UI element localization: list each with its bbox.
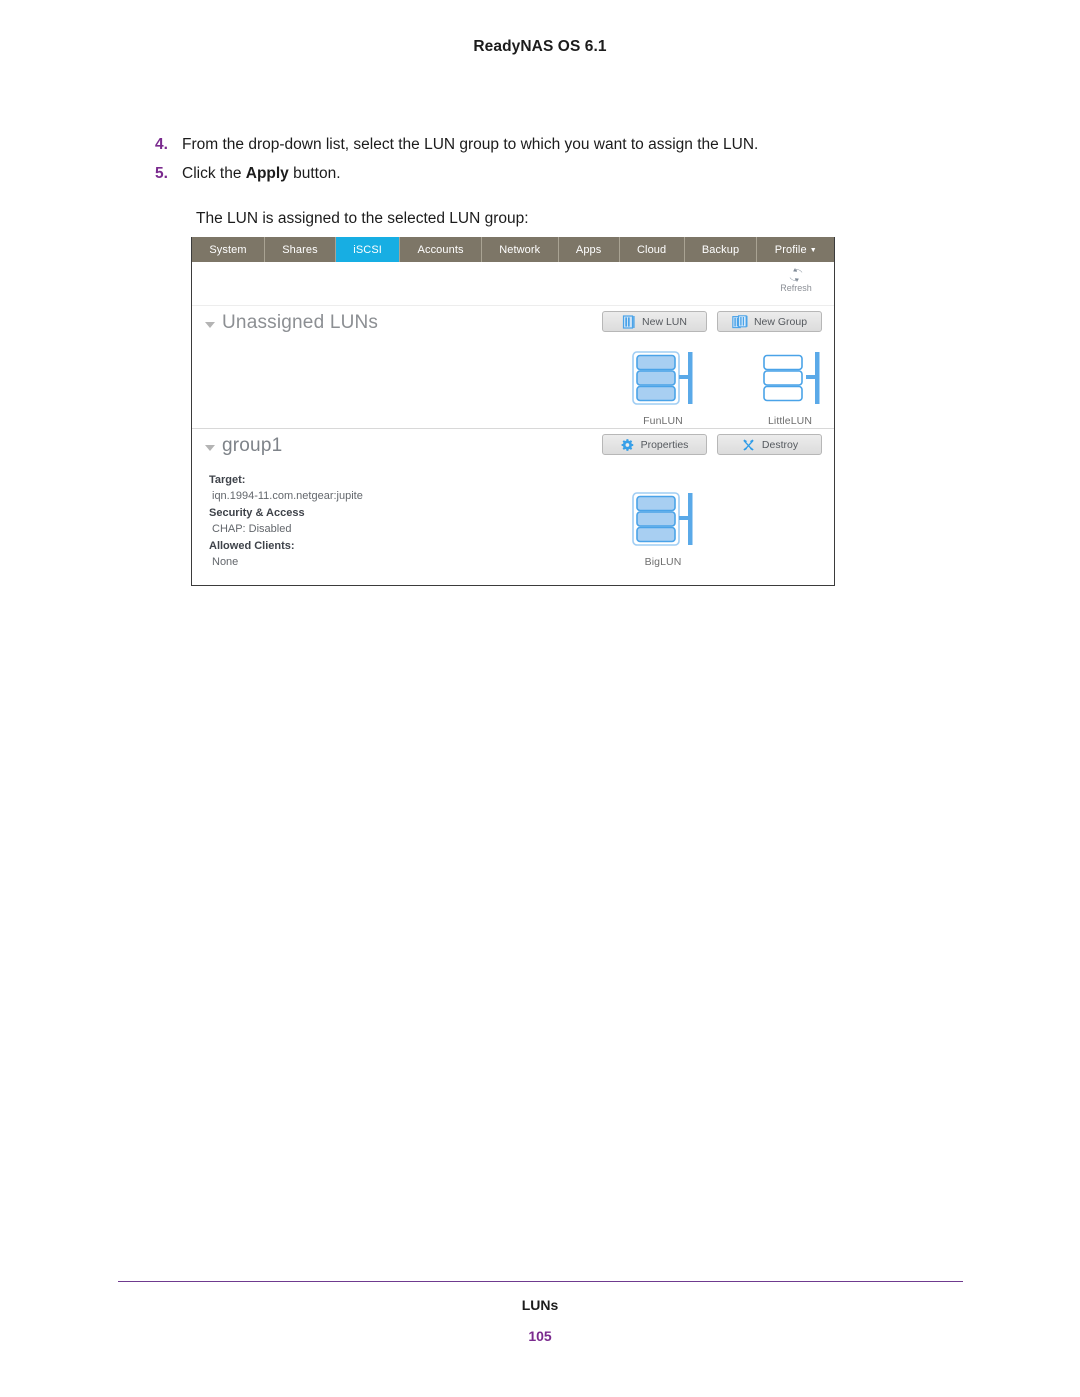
tab-label: Backup <box>701 243 740 256</box>
step-number: 4. <box>155 136 168 153</box>
step-text: Click the Apply button. <box>182 165 341 182</box>
tab-accounts[interactable]: Accounts <box>400 237 482 262</box>
detail-key-target: Target: <box>209 474 246 486</box>
lun-tile-littlelun[interactable]: LittleLUN <box>744 350 836 427</box>
panel-toolbar: Refresh <box>192 262 834 306</box>
section-header: Unassigned LUNs New LUN New Group <box>192 306 834 350</box>
triangle-down-icon[interactable] <box>205 445 215 451</box>
section-actions-group1: Properties Destroy <box>602 434 822 455</box>
gear-icon <box>621 438 633 451</box>
figure-caption: The LUN is assigned to the selected LUN … <box>196 210 529 227</box>
lun-icon <box>632 492 693 546</box>
lun-label: BigLUN <box>644 556 682 568</box>
tab-cloud[interactable]: Cloud <box>620 237 685 262</box>
detail-value-security: CHAP: Disabled <box>212 522 292 535</box>
section-unassigned-luns: Unassigned LUNs New LUN New Group FunLUN… <box>192 306 834 428</box>
unassigned-lun-list: FunLUN LittleLUN <box>192 350 834 428</box>
section-actions-unassigned: New LUN New Group <box>602 311 822 332</box>
group1-details: Target: iqn.1994-11.com.netgear:jupite S… <box>209 473 363 572</box>
tab-system[interactable]: System <box>192 237 265 262</box>
lun-icon <box>759 351 820 405</box>
lun-label: FunLUN <box>643 415 683 427</box>
tab-backup[interactable]: Backup <box>685 237 758 262</box>
tab-network[interactable]: Network <box>482 237 559 262</box>
step-text: From the drop-down list, select the LUN … <box>182 136 759 153</box>
main-tabbar: System Shares iSCSI Accounts Network App… <box>192 237 834 262</box>
section-title-unassigned[interactable]: Unassigned LUNs <box>205 312 378 334</box>
detail-key-allowed-clients: Allowed Clients: <box>209 540 295 552</box>
tab-label: Network <box>499 243 541 256</box>
button-label: New LUN <box>642 315 687 328</box>
button-label: Destroy <box>761 438 799 451</box>
chevron-down-icon: ▼ <box>809 247 817 254</box>
button-label: Properties <box>640 438 689 451</box>
detail-value-target: iqn.1994-11.com.netgear:jupite <box>212 489 363 502</box>
tab-label: Shares <box>282 243 318 256</box>
apply-button-reference: Apply <box>245 165 289 182</box>
tab-apps[interactable]: Apps <box>559 237 620 262</box>
footer-divider <box>118 1281 963 1282</box>
tab-label: Profile <box>774 243 807 256</box>
lun-tile-funlun[interactable]: FunLUN <box>617 350 709 427</box>
section-title-group1[interactable]: group1 <box>205 435 282 457</box>
section-group1: group1 Properties Destroy Target: iqn.19… <box>192 428 834 585</box>
new-group-icon <box>732 314 748 328</box>
page-header: ReadyNAS OS 6.1 <box>473 38 607 55</box>
destroy-button[interactable]: Destroy <box>717 434 822 455</box>
lun-icon <box>632 351 693 405</box>
detail-key-security: Security & Access <box>209 507 305 519</box>
refresh-label: Refresh <box>780 283 812 293</box>
footer-page-number: 105 <box>528 1328 552 1344</box>
triangle-down-icon[interactable] <box>205 322 215 328</box>
refresh-icon <box>789 267 803 283</box>
section-title-label: Unassigned LUNs <box>222 312 379 333</box>
tab-label: Apps <box>575 243 602 256</box>
list-item: 5. Click the Apply button. <box>155 163 945 185</box>
section-header: group1 Properties Destroy <box>192 429 834 473</box>
new-lun-icon <box>622 314 635 329</box>
detail-value-allowed-clients: None <box>212 555 239 568</box>
new-lun-button[interactable]: New LUN <box>602 311 707 332</box>
tab-label: System <box>209 243 247 256</box>
button-label: New Group <box>753 315 808 328</box>
properties-button[interactable]: Properties <box>602 434 707 455</box>
refresh-button[interactable]: Refresh <box>770 266 822 293</box>
readynas-admin-screenshot: System Shares iSCSI Accounts Network App… <box>191 237 835 586</box>
tab-shares[interactable]: Shares <box>265 237 336 262</box>
lun-tile-biglun[interactable]: BigLUN <box>617 491 709 568</box>
tab-profile[interactable]: Profile ▼ <box>757 237 834 262</box>
x-icon <box>743 439 754 450</box>
new-group-button[interactable]: New Group <box>717 311 822 332</box>
instruction-steps: 4. From the drop-down list, select the L… <box>155 134 945 192</box>
step-number: 5. <box>155 165 168 182</box>
tab-label: iSCSI <box>353 243 382 256</box>
list-item: 4. From the drop-down list, select the L… <box>155 134 945 156</box>
section-title-label: group1 <box>222 435 283 456</box>
lun-label: LittleLUN <box>767 415 813 427</box>
tab-label: Accounts <box>417 243 464 256</box>
tab-iscsi[interactable]: iSCSI <box>335 237 401 262</box>
group1-body: Target: iqn.1994-11.com.netgear:jupite S… <box>192 473 834 585</box>
tab-label: Cloud <box>637 243 667 256</box>
footer-title: LUNs <box>521 1297 559 1313</box>
